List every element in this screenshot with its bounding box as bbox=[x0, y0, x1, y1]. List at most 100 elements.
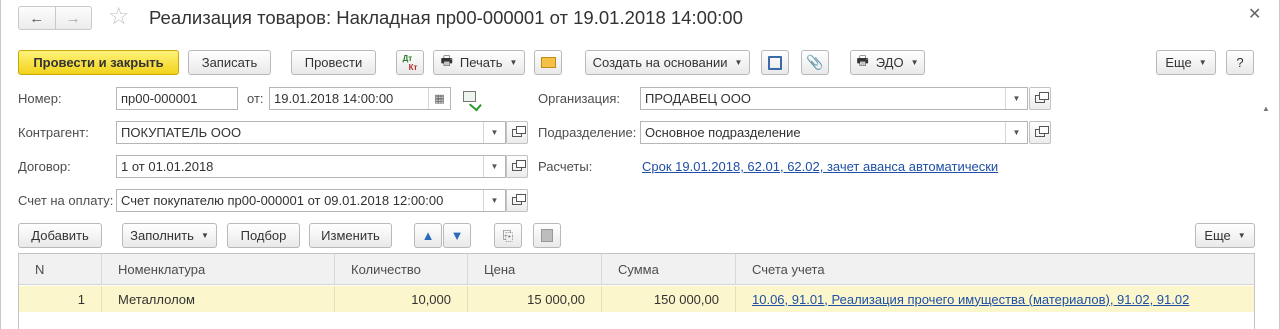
division-label: Подразделение: bbox=[538, 125, 637, 140]
date-label: от: bbox=[247, 91, 264, 106]
printer-icon: 🖶 bbox=[440, 52, 453, 68]
open-form-icon bbox=[512, 193, 526, 205]
column-header-n[interactable]: N bbox=[19, 254, 102, 285]
division-field[interactable]: Основное подразделение ▼ bbox=[640, 121, 1028, 144]
history-nav: ← → bbox=[18, 6, 92, 30]
chevron-down-icon: ▼ bbox=[1198, 58, 1207, 67]
open-form-icon bbox=[512, 125, 526, 137]
counterparty-label: Контрагент: bbox=[18, 125, 89, 140]
move-down-button[interactable]: ▼ bbox=[443, 223, 471, 248]
invoice-field[interactable]: Счет покупателю пр00-000001 от 09.01.201… bbox=[116, 189, 506, 212]
structure-button[interactable] bbox=[761, 50, 789, 75]
contract-label: Договор: bbox=[18, 159, 71, 174]
envelope-icon bbox=[540, 57, 556, 68]
table-row[interactable]: 1 Металлолом 10,000 15 000,00 150 000,00… bbox=[19, 286, 1254, 312]
date-field[interactable]: 19.01.2018 14:00:00 ▦ bbox=[269, 87, 451, 110]
number-field[interactable]: пр00-000001 bbox=[116, 87, 238, 110]
chevron-down-icon: ▼ bbox=[1237, 231, 1246, 240]
chevron-down-icon[interactable]: ▼ bbox=[1005, 122, 1027, 143]
favorite-star-icon[interactable]: ☆ bbox=[108, 3, 130, 31]
number-value: пр00-000001 bbox=[121, 91, 198, 106]
change-button[interactable]: Изменить bbox=[309, 223, 392, 248]
post-button[interactable]: Провести bbox=[291, 50, 376, 75]
paperclip-icon: 📎 bbox=[806, 54, 824, 70]
move-up-button[interactable]: ▲ bbox=[414, 223, 442, 248]
table-more-button[interactable]: Еще ▼ bbox=[1195, 223, 1255, 248]
forward-arrow-icon[interactable]: → bbox=[54, 7, 92, 29]
settlements-link[interactable]: Срок 19.01.2018, 62.01, 62.02, зачет ава… bbox=[642, 159, 998, 174]
organization-value: ПРОДАВЕЦ ООО bbox=[645, 91, 751, 106]
hierarchy-icon bbox=[768, 55, 782, 70]
create-based-on-button[interactable]: Создать на основании ▼ bbox=[585, 50, 750, 75]
fill-label: Заполнить bbox=[130, 228, 194, 243]
cell-accounts[interactable]: 10.06, 91.01, Реализация прочего имущест… bbox=[736, 286, 1254, 312]
division-value: Основное подразделение bbox=[645, 125, 801, 140]
invoice-open-button[interactable] bbox=[506, 189, 528, 212]
date-value: 19.01.2018 14:00:00 bbox=[274, 91, 394, 106]
open-form-icon bbox=[1035, 91, 1049, 103]
print-button[interactable]: 🖶 Печать ▼ bbox=[433, 50, 525, 75]
chevron-down-icon[interactable]: ▼ bbox=[1005, 88, 1027, 109]
chevron-down-icon[interactable]: ▼ bbox=[483, 190, 505, 211]
calendar-icon[interactable]: ▦ bbox=[428, 88, 450, 109]
table-more-label: Еще bbox=[1204, 228, 1231, 243]
create-based-label: Создать на основании bbox=[592, 55, 728, 70]
copy-icon: ⎘ bbox=[502, 227, 514, 243]
cell-n: 1 bbox=[19, 286, 102, 312]
accounts-link[interactable]: 10.06, 91.01, Реализация прочего имущест… bbox=[752, 292, 1189, 307]
doc-status-icon[interactable] bbox=[463, 91, 482, 112]
open-form-icon bbox=[512, 159, 526, 171]
email-button[interactable] bbox=[534, 50, 562, 75]
contract-open-button[interactable] bbox=[506, 155, 528, 178]
more-button[interactable]: Еще ▼ bbox=[1156, 50, 1216, 75]
contract-field[interactable]: 1 от 01.01.2018 ▼ bbox=[116, 155, 506, 178]
cell-sum: 150 000,00 bbox=[602, 286, 736, 312]
contract-value: 1 от 01.01.2018 bbox=[121, 159, 214, 174]
counterparty-field[interactable]: ПОКУПАТЕЛЬ ООО ▼ bbox=[116, 121, 506, 144]
save-button[interactable]: Записать bbox=[188, 50, 271, 75]
organization-field[interactable]: ПРОДАВЕЦ ООО ▼ bbox=[640, 87, 1028, 110]
chevron-down-icon[interactable]: ▼ bbox=[483, 122, 505, 143]
more-label: Еще bbox=[1165, 55, 1192, 70]
edo-printer-icon: 🖶 bbox=[856, 52, 869, 68]
add-row-button[interactable]: Добавить bbox=[18, 223, 102, 248]
number-label: Номер: bbox=[18, 91, 62, 106]
organization-label: Организация: bbox=[538, 91, 621, 106]
paste-button[interactable] bbox=[533, 223, 561, 248]
organization-open-button[interactable] bbox=[1029, 87, 1051, 110]
arrow-down-icon: ▼ bbox=[450, 228, 464, 243]
cell-item: Металлолом bbox=[102, 286, 335, 312]
column-header-qty[interactable]: Количество bbox=[335, 254, 468, 285]
edo-button[interactable]: 🖶 ЭДО ▼ bbox=[850, 50, 925, 75]
counterparty-value: ПОКУПАТЕЛЬ ООО bbox=[121, 125, 242, 140]
goods-table[interactable]: N Номенклатура Количество Цена Сумма Сче… bbox=[18, 253, 1255, 329]
settlements-label: Расчеты: bbox=[538, 159, 593, 174]
chevron-down-icon: ▼ bbox=[734, 58, 743, 67]
invoice-label: Счет на оплату: bbox=[18, 193, 114, 208]
back-arrow-icon[interactable]: ← bbox=[19, 7, 55, 29]
scroll-up-icon[interactable]: ▲ bbox=[1262, 104, 1270, 113]
attachments-button[interactable]: 📎 bbox=[801, 50, 829, 75]
cell-qty: 10,000 bbox=[335, 286, 468, 312]
invoice-value: Счет покупателю пр00-000001 от 09.01.201… bbox=[121, 193, 444, 208]
division-open-button[interactable] bbox=[1029, 121, 1051, 144]
dt-kt-button[interactable]: Дт Кт bbox=[396, 50, 424, 75]
dt-kt-icon: Дт Кт bbox=[402, 53, 418, 72]
paste-icon bbox=[541, 229, 553, 242]
column-header-sum[interactable]: Сумма bbox=[602, 254, 736, 285]
chevron-down-icon: ▼ bbox=[200, 231, 209, 240]
column-header-accounts[interactable]: Счета учета bbox=[736, 254, 1254, 285]
fill-button[interactable]: Заполнить ▼ bbox=[122, 223, 217, 248]
counterparty-open-button[interactable] bbox=[506, 121, 528, 144]
column-header-item[interactable]: Номенклатура bbox=[102, 254, 335, 285]
post-and-close-button[interactable]: Провести и закрыть bbox=[18, 50, 179, 75]
cell-price: 15 000,00 bbox=[468, 286, 602, 312]
column-header-price[interactable]: Цена bbox=[468, 254, 602, 285]
copy-button[interactable]: ⎘ bbox=[494, 223, 522, 248]
close-icon[interactable]: ✕ bbox=[1248, 4, 1261, 24]
pick-button[interactable]: Подбор bbox=[227, 223, 300, 248]
chevron-down-icon[interactable]: ▼ bbox=[483, 156, 505, 177]
print-label: Печать bbox=[459, 55, 503, 70]
table-header: N Номенклатура Количество Цена Сумма Сче… bbox=[19, 254, 1254, 285]
help-button[interactable]: ? bbox=[1226, 50, 1254, 75]
